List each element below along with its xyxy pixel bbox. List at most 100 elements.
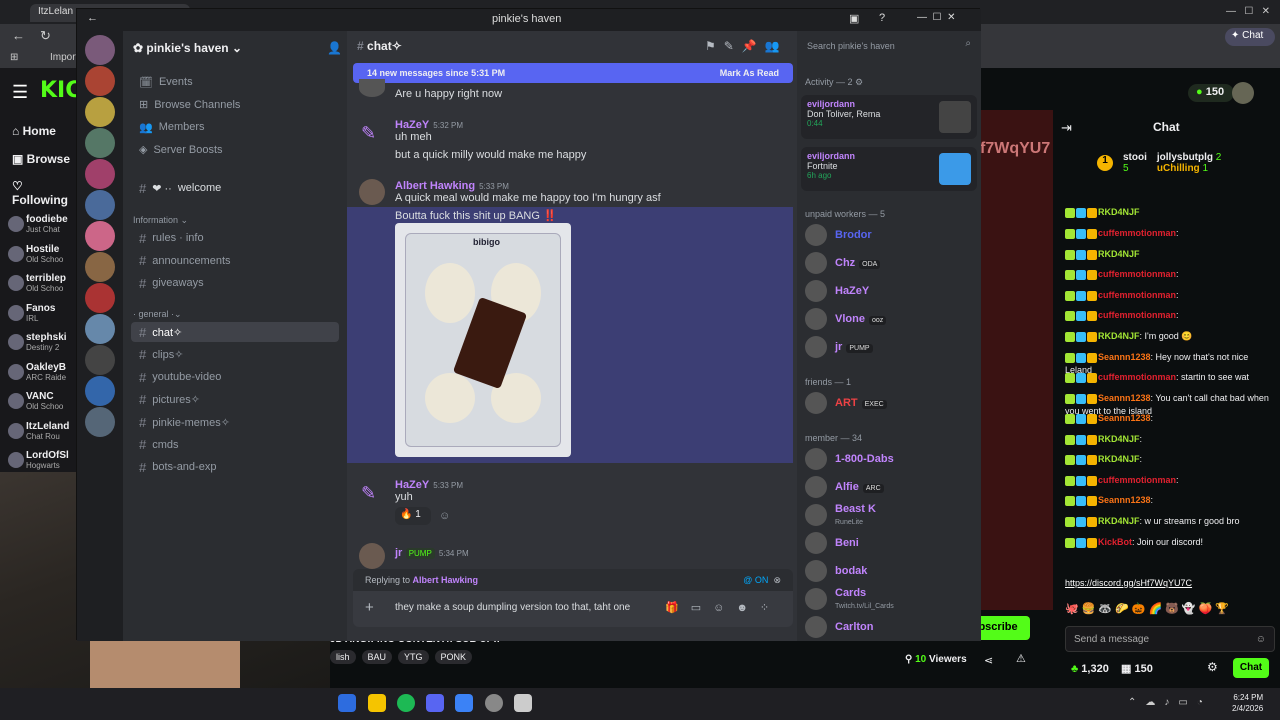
member-item[interactable]: Beast K RuneLite [805,503,876,527]
chat-username[interactable]: RKD4NJF [1098,454,1140,464]
followed-channel[interactable]: Hostile Old Schoo [8,244,78,264]
server-icon[interactable] [85,314,115,344]
member-item[interactable]: Alfie ARC [805,475,884,499]
server-icon[interactable] [85,376,115,406]
category-information[interactable]: Information ⌄ [133,215,188,226]
followed-channel[interactable]: VANC Old Schoo [8,391,78,411]
nav-browse[interactable]: ▣ Browse [12,152,70,166]
followed-channel[interactable]: foodiebe Just Chat [8,214,78,234]
chat-username[interactable]: Seannn1238 [1098,393,1151,403]
stream-tag[interactable]: lish [330,650,356,664]
window-controls[interactable]: — ☐ ✕ [917,12,955,23]
stream-tag[interactable]: BAU [361,650,393,664]
chat-username[interactable]: RKD4NJF [1098,331,1140,341]
file-explorer-icon[interactable] [368,694,386,712]
steam-icon[interactable] [338,694,356,712]
avatar[interactable]: ✎ [361,483,376,504]
channel-item[interactable]: # giveaways [131,273,339,293]
member-item[interactable]: Chz ODA [805,251,881,275]
member-item[interactable]: Cards Twitch.tv/Lil_Cards [805,587,894,611]
chat-username[interactable]: RKD4NJF [1098,249,1140,259]
member-item[interactable]: jr PUMP [805,335,873,359]
emoji-icon[interactable]: ☺ [1256,634,1266,645]
channel-item[interactable]: # pictures✧ [131,390,339,410]
server-icon[interactable] [85,252,115,282]
followed-channel[interactable]: terriblep Old Schoo [8,273,78,293]
server-icon[interactable] [85,35,115,65]
stream-tag[interactable]: PONK [434,650,473,664]
add-reaction-icon[interactable]: ☺ [439,510,450,522]
chat-username[interactable]: Seannn1238 [1098,413,1151,423]
server-icon[interactable] [85,66,115,96]
bookmark-import[interactable]: Import [50,52,78,63]
clock[interactable]: 6:24 PM 2/4/2026 [1232,692,1263,714]
member-item[interactable]: Beni [805,531,859,555]
chat-username[interactable]: KickBot [1098,537,1132,547]
server-icon[interactable] [85,345,115,375]
hamburger-icon[interactable]: ☰ [12,82,28,103]
server-icon[interactable] [85,159,115,189]
stream-video[interactable]: f7WqYU7 [980,110,1053,610]
report-icon[interactable]: ⚠ [1016,652,1026,665]
member-item[interactable]: Vlone ooz [805,307,887,331]
obs-icon[interactable] [485,694,503,712]
member-item[interactable]: HaZeY [805,279,869,303]
composer-text[interactable]: they make a soup dumpling version too th… [395,602,630,613]
followed-channel[interactable]: ItzLeland Chat Rou [8,421,78,441]
member-item[interactable]: 1-800-Dabs [805,447,894,471]
followed-channel[interactable]: OakleyB ARC Raide [8,362,78,382]
channel-points[interactable]: ● 150 [1188,84,1234,102]
help-icon[interactable]: ? [879,12,885,24]
spotify-icon[interactable] [397,694,415,712]
back-icon[interactable]: ← [12,28,25,43]
channel-item[interactable]: # chat✧ [131,322,339,342]
server-icon[interactable] [85,283,115,313]
activity-card[interactable]: eviljordann Don Toliver, Rema 0:44 [801,95,977,139]
chat-username[interactable]: Seannn1238 [1098,352,1151,362]
close-reply-icon[interactable]: ⊗ [773,575,781,585]
channel-item[interactable]: # clips✧ [131,345,339,365]
chat-username[interactable]: cuffemmotionman [1098,228,1176,238]
emote-row[interactable]: 🐙🍔🦝🌮🎃🌈🐻👻🍑🏆 [1065,602,1275,618]
followed-channel[interactable]: LordOfSl Hogwarts [8,450,78,470]
nav-following[interactable]: ♡ Following [12,179,80,207]
server-icon[interactable] [85,97,115,127]
channel-item[interactable]: # bots-and-exp [131,457,339,477]
composer-icons[interactable]: 🎁▭☺☻⁘ [665,601,781,614]
server-nav-item[interactable]: ⊞ Browse Channels [131,95,339,115]
message-composer[interactable]: + they make a soup dumpling version too … [353,591,793,627]
collapse-chat-icon[interactable]: ⇥ [1061,120,1072,136]
refresh-icon[interactable]: ↻ [40,28,51,44]
user-avatar[interactable] [1232,82,1254,104]
mark-as-read-button[interactable]: Mark As Read [720,68,779,78]
search-box[interactable]: Search pinkie's haven ⌕ [797,35,981,55]
copilot-chat-button[interactable]: ✦ Chat [1225,28,1275,46]
add-attachment-icon[interactable]: + [365,599,374,616]
server-icon[interactable] [85,190,115,220]
member-item[interactable]: Brodor [805,223,872,247]
chat-username[interactable]: cuffemmotionman [1098,475,1176,485]
server-nav-item[interactable]: 🗓 Events [131,72,339,92]
avatar[interactable] [359,543,385,569]
channel-item[interactable]: # cmds [131,435,339,455]
tray-icons[interactable]: ⌃☁♪▭◔ [1128,697,1212,708]
activity-card[interactable]: eviljordann Fortnite 6h ago [801,147,977,191]
attached-image[interactable]: bibigo [395,223,571,457]
chat-username[interactable]: RKD4NJF [1098,434,1140,444]
mention-toggle[interactable]: @ ON ⊗ [743,575,781,586]
server-nav-item[interactable]: 👥 Members [131,117,339,137]
channel-item[interactable]: # announcements [131,251,339,271]
avatar[interactable] [359,79,385,97]
channel-item[interactable]: # rules · info [131,228,339,248]
chat-username[interactable]: cuffemmotionman [1098,310,1176,320]
chat-username[interactable]: cuffemmotionman [1098,290,1176,300]
apps-icon[interactable]: ⊞ [10,52,18,63]
app-icon[interactable] [514,694,532,712]
chat-username[interactable]: RKD4NJF [1098,516,1140,526]
channel-item[interactable]: # youtube-video [131,367,339,387]
channel-item[interactable]: # pinkie-memes✧ [131,412,339,432]
followed-channel[interactable]: Fanos IRL [8,303,78,323]
followed-channel[interactable]: stephski Destiny 2 [8,332,78,352]
window-controls[interactable]: — ☐ ✕ [1226,6,1270,17]
add-member-icon[interactable]: 👤 [327,41,342,55]
